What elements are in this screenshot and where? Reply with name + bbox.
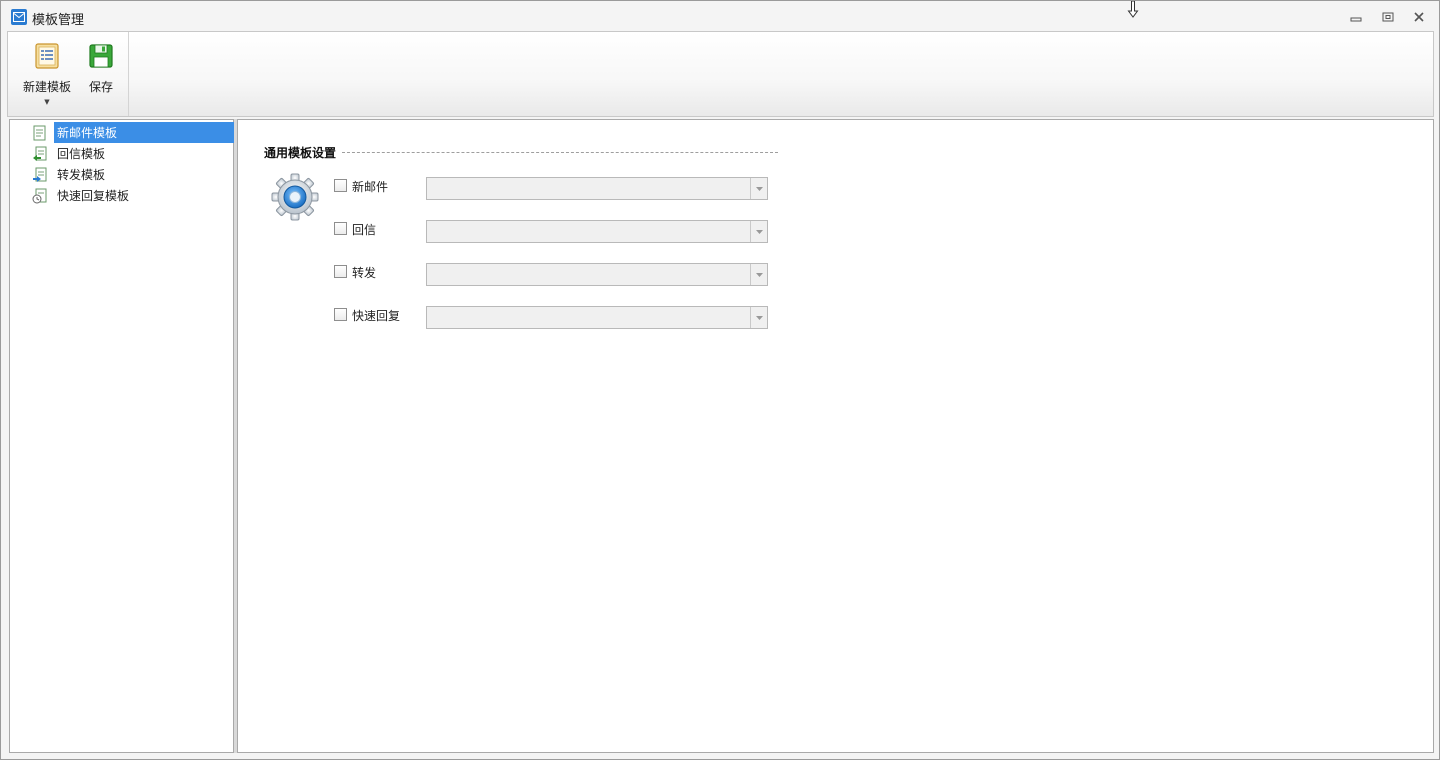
template-tree: 新邮件模板 回信模板 转发模板 快速回复模板	[9, 119, 234, 753]
minimize-button[interactable]	[1347, 9, 1365, 25]
tree-item-forward-template[interactable]: 转发模板	[32, 164, 108, 185]
chevron-down-icon[interactable]	[750, 178, 767, 199]
restore-button[interactable]	[1379, 9, 1397, 25]
save-icon	[89, 44, 113, 68]
option-label: 回信	[352, 223, 377, 237]
forward-checkbox[interactable]	[334, 265, 347, 278]
forward-template-icon	[33, 167, 47, 182]
new-mail-checkbox[interactable]	[334, 179, 347, 192]
tree-item-label: 新邮件模板	[54, 122, 234, 143]
new-template-label: 新建模板	[22, 80, 71, 94]
reply-checkbox[interactable]	[334, 222, 347, 235]
reply-template-icon	[33, 146, 47, 161]
reply-template-select[interactable]	[426, 220, 768, 243]
ribbon-toolbar: 新建模板 ▼ 保存	[7, 31, 1434, 117]
group-title: 通用模板设置	[264, 146, 337, 160]
window-title: 模板管理	[32, 13, 85, 28]
chevron-down-icon[interactable]	[750, 221, 767, 242]
tree-item-label: 转发模板	[57, 168, 106, 182]
new-template-button[interactable]: 新建模板 ▼	[20, 42, 74, 106]
quick-reply-template-select[interactable]	[426, 306, 768, 329]
close-button[interactable]	[1410, 9, 1428, 25]
template-manager-window: 模板管理 新建模板 ▼ 保存 新邮件模板 回信模板 转发模板 快速回复模板 通用…	[0, 0, 1440, 760]
close-icon	[1414, 12, 1424, 22]
new-mail-template-select[interactable]	[426, 177, 768, 200]
option-label: 转发	[352, 266, 377, 280]
new-template-icon	[35, 43, 59, 69]
tree-item-new-mail-template[interactable]: 新邮件模板	[32, 122, 234, 143]
restore-icon	[1382, 12, 1394, 22]
ribbon-group-template: 新建模板 ▼ 保存	[8, 32, 129, 116]
title-bar: 模板管理	[1, 1, 1439, 31]
mail-app-icon	[11, 9, 27, 25]
save-button[interactable]: 保存	[84, 42, 118, 95]
chevron-down-icon[interactable]	[750, 307, 767, 328]
cursor-icon	[1127, 1, 1139, 18]
quick-reply-checkbox[interactable]	[334, 308, 347, 321]
tree-item-reply-template[interactable]: 回信模板	[32, 143, 108, 164]
option-label: 快速回复	[352, 309, 401, 323]
tree-item-label: 回信模板	[57, 147, 106, 161]
chevron-down-icon[interactable]	[750, 264, 767, 285]
gear-icon	[271, 173, 319, 221]
tree-item-quick-reply-template[interactable]: 快速回复模板	[32, 185, 132, 206]
tree-item-label: 快速回复模板	[57, 189, 130, 203]
template-settings-panel: 通用模板设置 新邮件 回信 转发 快速回复	[237, 119, 1434, 753]
option-label: 新邮件	[352, 180, 389, 194]
quick-reply-template-icon	[32, 188, 47, 203]
minimize-icon	[1350, 17, 1362, 22]
new-mail-template-icon	[33, 125, 46, 140]
forward-template-select[interactable]	[426, 263, 768, 286]
dropdown-arrow-icon[interactable]: ▼	[44, 99, 49, 106]
save-label: 保存	[88, 80, 113, 94]
group-divider	[342, 152, 778, 153]
